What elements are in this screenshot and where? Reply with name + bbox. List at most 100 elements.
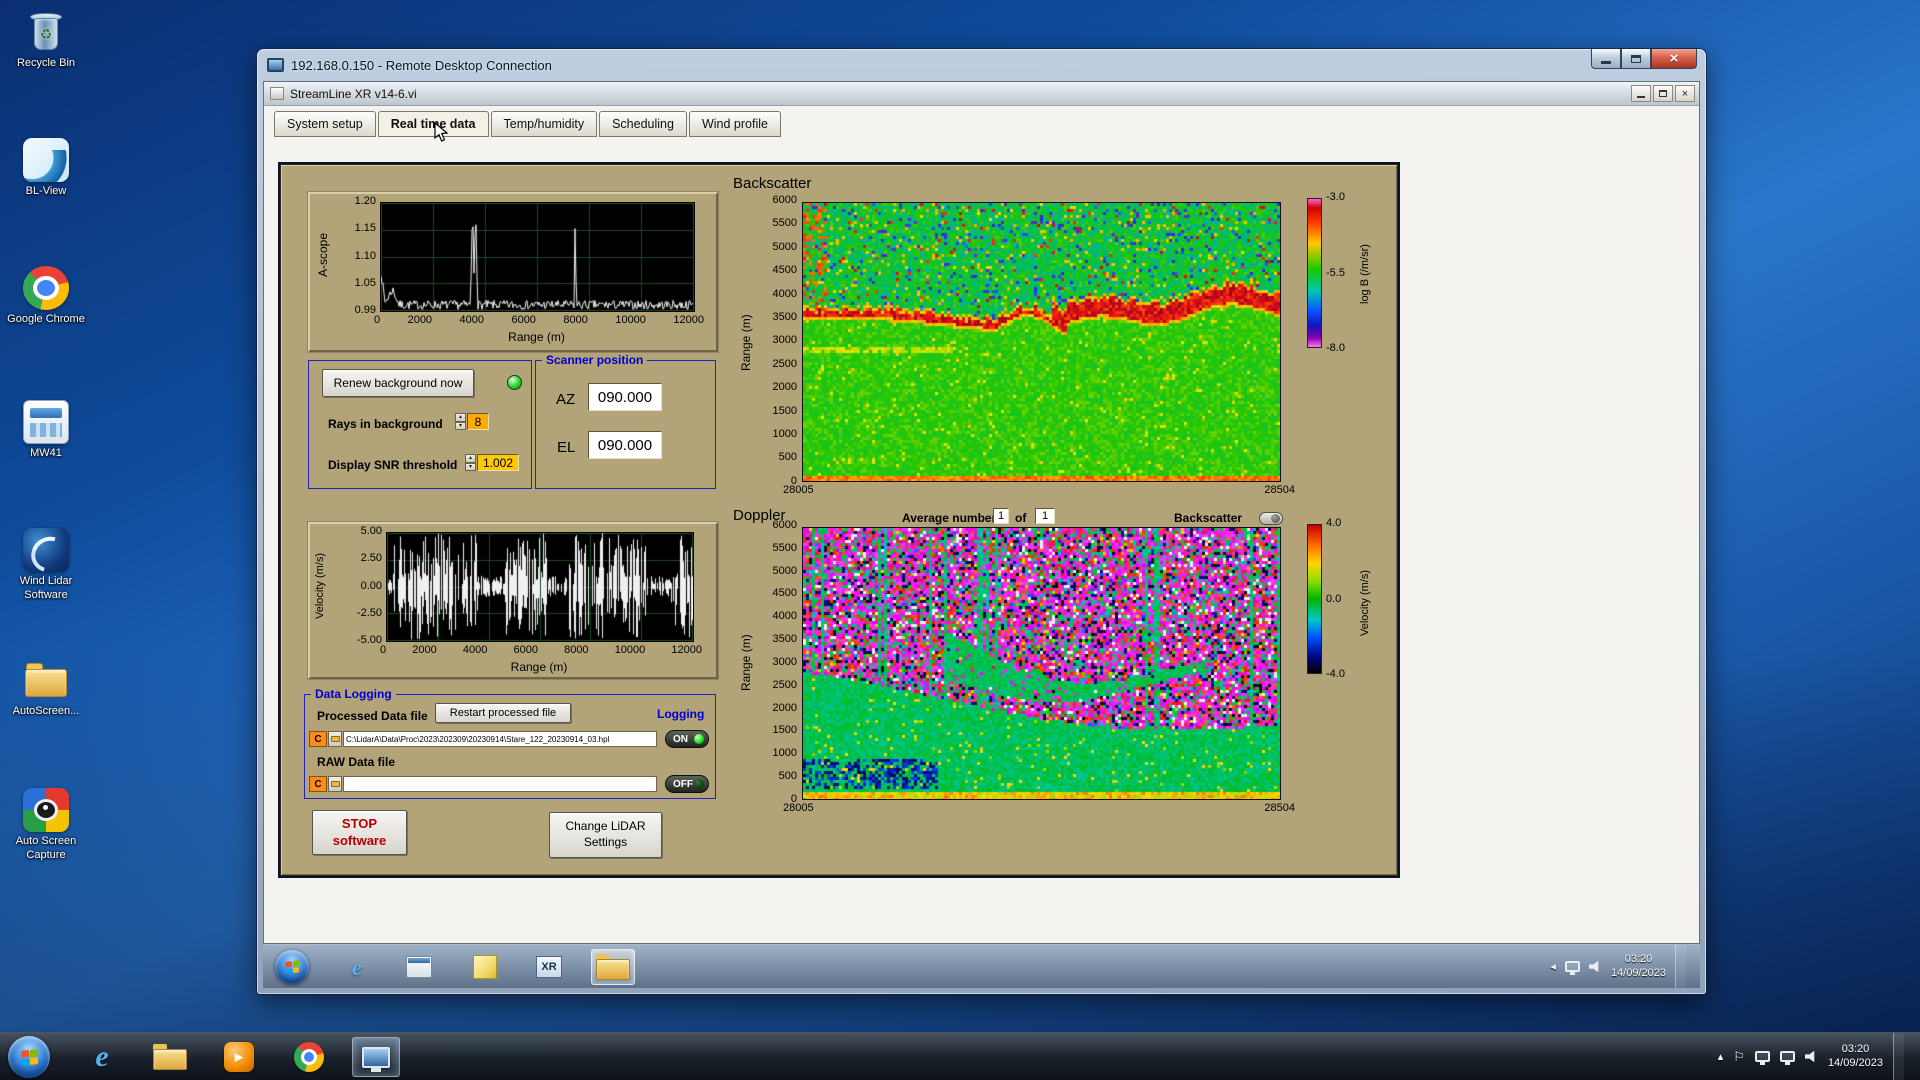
tab-temp-humidity[interactable]: Temp/humidity xyxy=(490,111,598,137)
axis-tick: 6000 xyxy=(772,194,797,206)
start-button[interactable] xyxy=(8,1036,50,1078)
remote-taskbar-folder-active[interactable] xyxy=(591,949,635,985)
notes-icon xyxy=(473,955,497,979)
axis-tick: 2000 xyxy=(772,701,797,714)
processed-path-drive[interactable]: C xyxy=(309,731,327,747)
desktop-icon-autoscreen[interactable]: AutoScreen... xyxy=(0,658,92,719)
raw-path-browse-button[interactable] xyxy=(328,776,342,792)
volume-icon[interactable] xyxy=(1804,1050,1815,1063)
vi-close-button[interactable]: × xyxy=(1675,85,1695,102)
taskbar-clock[interactable]: 03:20 14/09/2023 xyxy=(1828,1043,1883,1071)
average-total-value[interactable]: 1 xyxy=(1035,508,1055,524)
doppler-backscatter-toggle[interactable] xyxy=(1259,512,1283,525)
remote-taskbar-app-window[interactable] xyxy=(397,949,441,985)
axis-tick: 8000 xyxy=(563,314,588,326)
vi-minimize-button[interactable] xyxy=(1631,85,1651,102)
raw-path-drive[interactable]: C xyxy=(309,776,327,792)
tab-system-setup[interactable]: System setup xyxy=(274,111,376,137)
axis-tick: 2000 xyxy=(407,314,433,326)
desktop-icon-google-chrome[interactable]: Google Chrome xyxy=(0,266,92,327)
remote-taskbar-clock[interactable]: 03:20 14/09/2023 xyxy=(1611,953,1666,981)
axis-tick: 4500 xyxy=(772,587,797,600)
display-icon[interactable] xyxy=(1754,1051,1770,1065)
remote-tray-expand-arrow[interactable]: ◂ xyxy=(1550,960,1556,973)
taskbar-chrome[interactable] xyxy=(285,1037,333,1077)
axis-tick: -5.00 xyxy=(356,634,382,646)
remote-show-desktop-button[interactable] xyxy=(1675,944,1686,988)
desktop: ♻ Recycle Bin BL-View Google Chrome MW41… xyxy=(0,0,1920,1080)
average-number-value[interactable]: 1 xyxy=(993,508,1009,524)
remote-taskbar-xr-app[interactable]: XR xyxy=(527,949,571,985)
media-player-icon: ▸ xyxy=(224,1042,254,1072)
remote-taskbar-internet-explorer[interactable]: e xyxy=(335,949,379,985)
processed-path-field[interactable]: C:\LidarA\Data\Proc\2023\202309\20230914… xyxy=(343,731,657,747)
ascope-x-ticks: 0 2000 4000 6000 8000 10000 12000 xyxy=(374,315,704,326)
taskbar: e ▸ ▴ ⚐ 03:20 14/09/2023 xyxy=(0,1032,1920,1080)
stop-button-line1: STOP xyxy=(341,815,378,831)
tab-wind-profile[interactable]: Wind profile xyxy=(688,111,781,137)
rdp-maximize-button[interactable] xyxy=(1621,49,1651,69)
network-icon[interactable] xyxy=(1779,1051,1795,1065)
action-center-icon[interactable]: ⚐ xyxy=(1733,1049,1745,1065)
axis-tick: -5.5 xyxy=(1326,266,1345,279)
processed-path-browse-button[interactable] xyxy=(328,731,342,747)
snr-spinner[interactable]: ▴ ▾ xyxy=(465,454,476,471)
axis-tick: 1.05 xyxy=(354,276,376,289)
vi-restore-button[interactable] xyxy=(1653,85,1673,102)
snr-threshold-value[interactable]: 1.002 xyxy=(477,454,519,471)
restart-processed-file-button[interactable]: Restart processed file xyxy=(435,703,571,723)
mw41-icon xyxy=(23,400,69,444)
axis-tick: 2500 xyxy=(772,357,797,370)
processed-logging-toggle[interactable]: ON xyxy=(665,730,709,748)
el-value[interactable]: 090.000 xyxy=(588,431,662,459)
backscatter-x-ticks: 28005 28504 xyxy=(783,485,1295,496)
desktop-icon-recycle-bin[interactable]: ♻ Recycle Bin xyxy=(0,10,92,71)
axis-tick: 12000 xyxy=(673,314,704,326)
axis-tick: 28504 xyxy=(1264,484,1295,496)
remote-display-icon[interactable] xyxy=(1564,961,1580,975)
rdp-titlebar[interactable]: 192.168.0.150 - Remote Desktop Connectio… xyxy=(257,49,1706,81)
rays-in-background-value[interactable]: 8 xyxy=(467,413,489,430)
desktop-icon-mw41[interactable]: MW41 xyxy=(0,400,92,461)
axis-tick: 0.99 xyxy=(354,304,376,316)
change-button-line1: Change LiDAR xyxy=(565,819,646,834)
taskbar-remote-desktop-active[interactable] xyxy=(352,1037,400,1077)
tray-expand-arrow[interactable]: ▴ xyxy=(1718,1050,1724,1063)
axis-tick: 0 xyxy=(374,314,381,326)
doppler-x-ticks: 28005 28504 xyxy=(783,803,1295,814)
desktop-icon-bl-view[interactable]: BL-View xyxy=(0,138,92,199)
axis-tick: 4000 xyxy=(772,287,797,300)
taskbar-internet-explorer[interactable]: e xyxy=(78,1037,126,1077)
taskbar-media-app[interactable]: ▸ xyxy=(215,1037,263,1077)
remote-taskbar-notes-app[interactable] xyxy=(463,949,507,985)
remote-start-button[interactable] xyxy=(275,950,309,984)
desktop-icon-wind-lidar-software[interactable]: Wind Lidar Software xyxy=(0,528,92,603)
data-logging-title: Data Logging xyxy=(311,687,396,701)
rays-spinner[interactable]: ▴ ▾ xyxy=(455,413,466,430)
el-label: EL xyxy=(557,439,576,456)
wind-lidar-icon xyxy=(23,528,69,572)
change-lidar-settings-button[interactable]: Change LiDAR Settings xyxy=(549,812,662,858)
axis-tick: -2.50 xyxy=(356,606,382,619)
raw-logging-toggle[interactable]: OFF xyxy=(665,775,709,793)
raw-path-field[interactable] xyxy=(343,776,657,792)
stop-software-button[interactable]: STOP software xyxy=(312,810,407,855)
doppler-backscatter-toggle-label: Backscatter xyxy=(1174,511,1243,525)
rdp-close-button[interactable]: × xyxy=(1651,49,1697,69)
desktop-icon-label: AutoScreen... xyxy=(12,705,80,717)
backscatter-plot xyxy=(802,202,1281,482)
show-desktop-button[interactable] xyxy=(1893,1032,1904,1080)
az-value[interactable]: 090.000 xyxy=(588,383,662,411)
remote-volume-icon[interactable] xyxy=(1588,960,1599,973)
remote-system-tray: ◂ 03:20 14/09/2023 xyxy=(1550,944,1686,988)
auto-screen-capture-icon xyxy=(23,788,69,832)
axis-tick: 1.10 xyxy=(354,249,376,262)
rdp-minimize-button[interactable] xyxy=(1591,49,1621,69)
desktop-icon-auto-screen-capture[interactable]: Auto Screen Capture xyxy=(0,788,92,863)
renew-background-button[interactable]: Renew background now xyxy=(322,369,474,397)
taskbar-explorer[interactable] xyxy=(146,1037,194,1077)
tab-scheduling[interactable]: Scheduling xyxy=(599,111,687,137)
axis-tick: 4000 xyxy=(459,314,484,326)
vi-titlebar[interactable]: StreamLine XR v14-6.vi xyxy=(264,82,1699,106)
remote-clock-time: 03:20 xyxy=(1624,952,1653,965)
